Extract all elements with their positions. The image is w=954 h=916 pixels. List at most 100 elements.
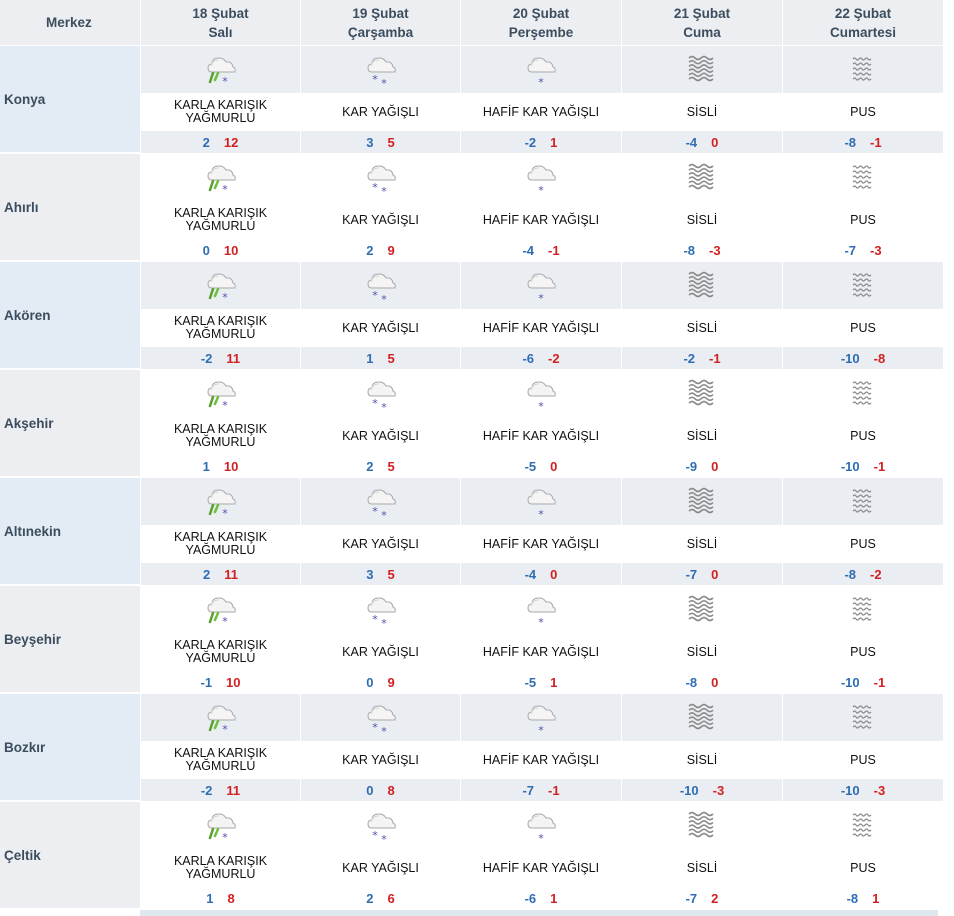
weather-condition: HAFİF KAR YAĞIŞLI	[461, 417, 621, 455]
max-temperature: 2	[711, 890, 719, 906]
weather-condition-text: SİSLİ	[686, 644, 718, 659]
svg-text:*: *	[222, 399, 228, 412]
weather-condition-text: KARLA KARIŞIK YAĞMURLU	[173, 314, 268, 341]
weather-condition-text: SİSLİ	[686, 428, 718, 443]
max-temperature: 9	[387, 242, 395, 258]
forecast-cell: * HAFİF KAR YAĞIŞLI -4 -1	[461, 153, 621, 261]
max-temperature: -3	[873, 782, 886, 798]
next-row-strip	[140, 910, 938, 916]
weather-condition-text: SİSLİ	[686, 752, 718, 767]
light-snow-icon: *	[461, 802, 621, 849]
weather-condition: KARLA KARIŞIK YAĞMURLU	[141, 201, 300, 239]
city-name: Ahırlı	[0, 153, 140, 260]
temperature-range: -2 1	[461, 131, 621, 153]
max-temperature: 12	[223, 134, 239, 150]
weather-condition-text: PUS	[850, 428, 876, 443]
max-temperature: -1	[870, 134, 882, 150]
weather-condition-text: KARLA KARIŞIK YAĞMURLU	[173, 206, 268, 233]
weather-condition-text: SİSLİ	[686, 536, 718, 551]
weather-condition-text: HAFİF KAR YAĞIŞLI	[482, 860, 600, 875]
weather-condition-text: HAFİF KAR YAĞIŞLI	[482, 212, 600, 227]
snow-icon: * *	[301, 370, 460, 417]
weather-condition: PUS	[783, 741, 943, 779]
max-temperature: 1	[872, 890, 880, 906]
weather-condition-text: KAR YAĞIŞLI	[342, 752, 419, 767]
sleet-icon: *	[141, 694, 300, 741]
weather-condition-text: KAR YAĞIŞLI	[342, 320, 419, 335]
weather-condition: SİSLİ	[622, 417, 782, 455]
weather-condition-text: HAFİF KAR YAĞIŞLI	[482, 428, 600, 443]
weather-condition: SİSLİ	[622, 525, 782, 563]
weather-condition-text: KAR YAĞIŞLI	[342, 536, 419, 551]
min-temperature: 2	[366, 242, 374, 258]
temperature-range: -5 0	[461, 455, 621, 477]
forecast-cell: SİSLİ -2 -1	[622, 261, 782, 369]
min-temperature: -10	[679, 782, 699, 798]
max-temperature: 1	[550, 890, 558, 906]
fog-icon	[622, 154, 782, 201]
haze-icon	[783, 370, 943, 417]
temperature-range: -4 0	[461, 563, 621, 585]
max-temperature: 8	[227, 890, 235, 906]
forecast-cell: SİSLİ -4 0	[622, 45, 782, 153]
city-name: Bozkır	[0, 693, 140, 800]
max-temperature: 10	[223, 242, 239, 258]
day-date: 22 Şubat	[834, 5, 892, 21]
weather-condition-text: KARLA KARIŞIK YAĞMURLU	[173, 638, 268, 665]
temperature-range: -8 -2	[783, 563, 943, 585]
max-temperature: 8	[387, 782, 395, 798]
forecast-cell: * KARLA KARIŞIK YAĞMURLU 0 10	[141, 153, 300, 261]
svg-text:*: *	[372, 613, 378, 626]
weather-condition-text: KAR YAĞIŞLI	[342, 212, 419, 227]
forecast-cell: * HAFİF KAR YAĞIŞLI -2 1	[461, 45, 621, 153]
forecast-cell: SİSLİ -7 0	[622, 477, 782, 585]
svg-text:*: *	[381, 401, 387, 414]
max-temperature: -1	[709, 350, 721, 366]
weather-condition: HAFİF KAR YAĞIŞLI	[461, 93, 621, 131]
svg-text:*: *	[222, 615, 228, 628]
temperature-range: -10 -3	[783, 779, 943, 801]
svg-text:*: *	[381, 725, 387, 738]
temperature-range: -10 -1	[783, 455, 943, 477]
weather-condition: KAR YAĞIŞLI	[301, 93, 460, 131]
min-temperature: -8	[844, 566, 856, 582]
max-temperature: 9	[387, 674, 395, 690]
weather-condition-text: PUS	[850, 212, 876, 227]
weather-condition: KARLA KARIŞIK YAĞMURLU	[141, 741, 300, 779]
weather-condition-text: KARLA KARIŞIK YAĞMURLU	[173, 530, 268, 557]
weather-condition-text: KAR YAĞIŞLI	[342, 104, 419, 119]
weather-condition: KARLA KARIŞIK YAĞMURLU	[141, 93, 300, 131]
forecast-cell: * KARLA KARIŞIK YAĞMURLU -2 11	[141, 261, 300, 369]
forecast-cell: * HAFİF KAR YAĞIŞLI -5 0	[461, 369, 621, 477]
sleet-icon: *	[141, 802, 300, 849]
max-temperature: 0	[711, 458, 719, 474]
snow-icon: * *	[301, 478, 460, 525]
weather-condition: HAFİF KAR YAĞIŞLI	[461, 633, 621, 671]
light-snow-icon: *	[461, 154, 621, 201]
svg-text:*: *	[538, 616, 544, 629]
min-temperature: -7	[685, 566, 698, 582]
weather-condition: HAFİF KAR YAĞIŞLI	[461, 525, 621, 563]
forecast-cell: * KARLA KARIŞIK YAĞMURLU 2 12	[141, 45, 300, 153]
weather-condition-text: HAFİF KAR YAĞIŞLI	[482, 752, 600, 767]
weather-condition-text: SİSLİ	[686, 860, 718, 875]
max-temperature: 11	[226, 782, 241, 798]
weather-condition: HAFİF KAR YAĞIŞLI	[461, 309, 621, 347]
svg-text:*: *	[222, 831, 228, 844]
min-temperature: -7	[522, 782, 534, 798]
svg-text:*: *	[538, 508, 544, 521]
min-temperature: 1	[206, 890, 214, 906]
fog-icon	[622, 694, 782, 741]
haze-icon	[783, 154, 943, 201]
day-date: 18 Şubat	[192, 5, 249, 21]
min-temperature: -8	[846, 890, 859, 906]
temperature-range: -2 11	[141, 347, 300, 369]
svg-text:*: *	[372, 505, 378, 518]
forecast-cell: PUS -10 -3	[783, 693, 943, 801]
weather-condition-text: HAFİF KAR YAĞIŞLI	[482, 536, 600, 551]
temperature-range: -6 1	[461, 887, 621, 909]
haze-icon	[783, 478, 943, 525]
temperature-range: -6 -2	[461, 347, 621, 369]
temperature-range: 08	[301, 779, 460, 801]
max-temperature: 5	[387, 458, 395, 474]
